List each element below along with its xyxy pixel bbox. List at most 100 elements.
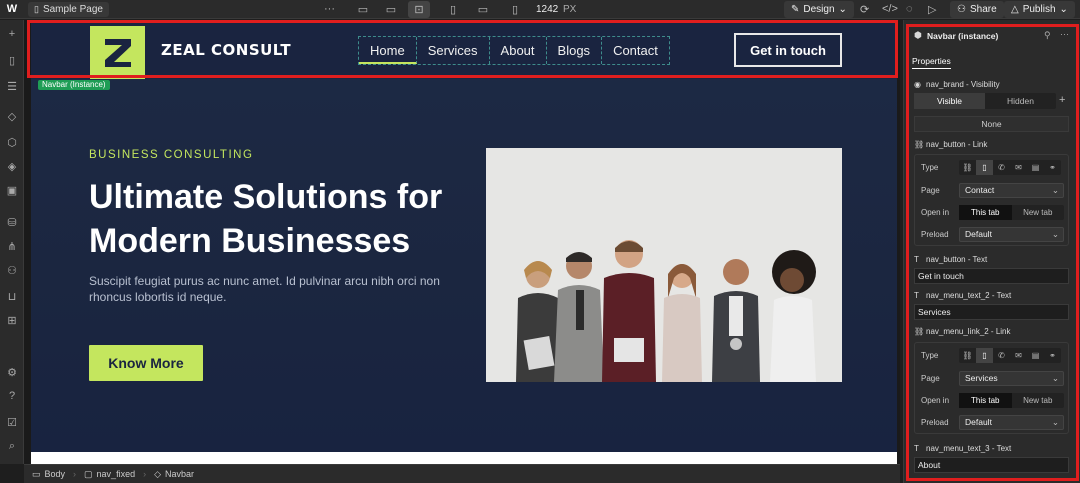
chevron-down-icon: ⌄ bbox=[1051, 229, 1059, 239]
breadcrumb-navbar[interactable]: ◇ Navbar bbox=[146, 469, 202, 480]
page-link-icon[interactable]: ▯ bbox=[976, 348, 993, 363]
file-link-icon[interactable]: ▤ bbox=[1027, 160, 1044, 175]
comment-icon[interactable]: ◌ bbox=[906, 3, 913, 15]
settings-icon[interactable]: ⚙ bbox=[0, 366, 24, 379]
link-icon: ⛓ bbox=[914, 140, 925, 149]
breadcrumb-nav-fixed-label: nav_fixed bbox=[96, 469, 136, 479]
tab-properties[interactable]: Properties bbox=[912, 56, 951, 69]
preload-select[interactable]: Default ⌄ bbox=[959, 227, 1064, 242]
new-tab-option[interactable]: New tab bbox=[1012, 205, 1065, 220]
link-type-selector[interactable]: ⛓ ▯ ✆ ✉ ▤ ⚭ bbox=[959, 160, 1061, 175]
navbar[interactable]: ZEAL CONSULT Home Services About Blogs C… bbox=[31, 23, 897, 79]
canvas-width-value[interactable]: 1242 bbox=[536, 4, 558, 15]
url-link-icon[interactable]: ⛓ bbox=[959, 160, 976, 175]
styles-icon[interactable]: ⬡ bbox=[0, 136, 24, 149]
variables-icon[interactable]: ◈ bbox=[0, 160, 24, 173]
text2-input[interactable]: Services bbox=[914, 304, 1069, 320]
this-tab-option[interactable]: This tab bbox=[959, 205, 1012, 220]
webflow-logo-icon[interactable]: W bbox=[0, 3, 24, 15]
audit-icon[interactable]: ☑ bbox=[0, 416, 24, 429]
file-link-icon[interactable]: ▤ bbox=[1027, 348, 1044, 363]
laptop-icon[interactable]: ⊡ bbox=[408, 1, 430, 18]
pages-icon[interactable]: ▯ bbox=[0, 54, 24, 67]
phone-link-icon[interactable]: ✆ bbox=[993, 348, 1010, 363]
text1-label: nav_button - Text bbox=[926, 255, 988, 264]
preload-select-value: Default bbox=[965, 229, 992, 239]
add-icon[interactable]: + bbox=[0, 28, 24, 40]
component-icon: ◇ bbox=[154, 468, 161, 479]
brand-name[interactable]: ZEAL CONSULT bbox=[161, 41, 291, 59]
help-icon[interactable]: ? bbox=[0, 390, 24, 402]
component-instance-icon: ⬢ bbox=[914, 30, 922, 40]
visibility-eye-icon: ◉ bbox=[914, 80, 921, 89]
ecommerce-icon[interactable]: ⊔ bbox=[0, 290, 24, 303]
page-link-icon[interactable]: ▯ bbox=[976, 160, 993, 175]
designer-canvas[interactable]: ZEAL CONSULT Home Services About Blogs C… bbox=[24, 20, 900, 464]
new-tab-option[interactable]: New tab bbox=[1012, 393, 1065, 408]
refresh-icon[interactable]: ⟳ bbox=[860, 3, 869, 16]
nav-link-home[interactable]: Home bbox=[359, 37, 417, 64]
nav-menu: Home Services About Blogs Contact bbox=[358, 36, 670, 65]
add-icon[interactable]: + bbox=[1059, 94, 1065, 106]
breadcrumb-nav-fixed[interactable]: ▢ nav_fixed bbox=[76, 469, 143, 480]
nav-link-blogs[interactable]: Blogs bbox=[547, 37, 603, 64]
hidden-option[interactable]: Hidden bbox=[985, 93, 1056, 109]
visibility-toggle[interactable]: Visible Hidden bbox=[914, 93, 1056, 109]
phone-link-icon[interactable]: ✆ bbox=[993, 160, 1010, 175]
assets-icon[interactable]: ▣ bbox=[0, 184, 24, 197]
preload-select[interactable]: Default ⌄ bbox=[959, 415, 1064, 430]
page-select[interactable]: Contact ⌄ bbox=[959, 183, 1064, 198]
chevron-down-icon: ⌄ bbox=[838, 4, 847, 15]
desktop-icon[interactable]: ▭ bbox=[380, 1, 402, 18]
know-more-button[interactable]: Know More bbox=[89, 345, 203, 381]
mobile-portrait-icon[interactable]: ▯ bbox=[504, 1, 526, 18]
code-icon[interactable]: </> bbox=[882, 3, 898, 15]
text-icon: T bbox=[914, 255, 919, 264]
more-menu-button[interactable]: ··· bbox=[324, 3, 335, 15]
properties-panel: ⬢ Navbar (instance) ⚲ ··· Properties ◉ n… bbox=[903, 20, 1080, 483]
text3-input[interactable]: About bbox=[914, 457, 1069, 473]
chevron-down-icon: ⌄ bbox=[1059, 4, 1068, 15]
cms-icon[interactable]: ⛁ bbox=[0, 216, 24, 229]
text1-input[interactable]: Get in touch bbox=[914, 268, 1069, 284]
page-selector[interactable]: ▯ Sample Page bbox=[28, 1, 109, 17]
mobile-landscape-icon[interactable]: ▭ bbox=[472, 1, 494, 18]
open-in-toggle[interactable]: This tab New tab bbox=[959, 393, 1064, 408]
open-in-label: Open in bbox=[921, 208, 950, 217]
users-icon[interactable]: ⚇ bbox=[0, 264, 24, 277]
search-icon[interactable]: ⌕ bbox=[0, 440, 24, 453]
visible-option[interactable]: Visible bbox=[914, 93, 985, 109]
page-select[interactable]: Services ⌄ bbox=[959, 371, 1064, 386]
email-link-icon[interactable]: ✉ bbox=[1010, 160, 1027, 175]
preview-play-icon[interactable]: ▷ bbox=[928, 3, 936, 16]
share-button[interactable]: ⚇ Share bbox=[950, 1, 1004, 18]
open-in-toggle[interactable]: This tab New tab bbox=[959, 205, 1064, 220]
edit-component-icon[interactable]: ⚲ bbox=[1044, 30, 1051, 41]
more-options-icon[interactable]: ··· bbox=[1060, 29, 1069, 39]
get-in-touch-button[interactable]: Get in touch bbox=[734, 33, 842, 67]
components-icon[interactable]: ◇ bbox=[0, 110, 24, 123]
visibility-none-field[interactable]: None bbox=[914, 116, 1069, 132]
type-label: Type bbox=[921, 163, 939, 172]
url-link-icon[interactable]: ⛓ bbox=[959, 348, 976, 363]
nav-link-about[interactable]: About bbox=[490, 37, 547, 64]
brand-logo[interactable] bbox=[90, 26, 145, 79]
selection-badge[interactable]: Navbar (Instance) bbox=[38, 80, 110, 90]
navigator-icon[interactable]: ☰ bbox=[0, 80, 24, 93]
this-tab-option[interactable]: This tab bbox=[959, 393, 1012, 408]
tablet-icon[interactable]: ▯ bbox=[442, 1, 464, 18]
apps-icon[interactable]: ⊞ bbox=[0, 314, 24, 327]
section-link-icon[interactable]: ⚭ bbox=[1044, 160, 1061, 175]
type-label: Type bbox=[921, 351, 939, 360]
design-mode-button[interactable]: ✎ Design ⌄ bbox=[784, 1, 854, 18]
desktop-large-icon[interactable]: ▭ bbox=[352, 1, 374, 18]
email-link-icon[interactable]: ✉ bbox=[1010, 348, 1027, 363]
link-type-selector[interactable]: ⛓ ▯ ✆ ✉ ▤ ⚭ bbox=[959, 348, 1061, 363]
logic-icon[interactable]: ⋔ bbox=[0, 240, 24, 253]
publish-button[interactable]: △ Publish ⌄ bbox=[1004, 1, 1075, 18]
section-link-icon[interactable]: ⚭ bbox=[1044, 348, 1061, 363]
nav-link-contact[interactable]: Contact bbox=[602, 37, 669, 64]
chevron-down-icon: ⌄ bbox=[1051, 417, 1059, 427]
nav-link-services[interactable]: Services bbox=[417, 37, 490, 64]
breadcrumb-body[interactable]: ▭ Body bbox=[24, 469, 73, 480]
